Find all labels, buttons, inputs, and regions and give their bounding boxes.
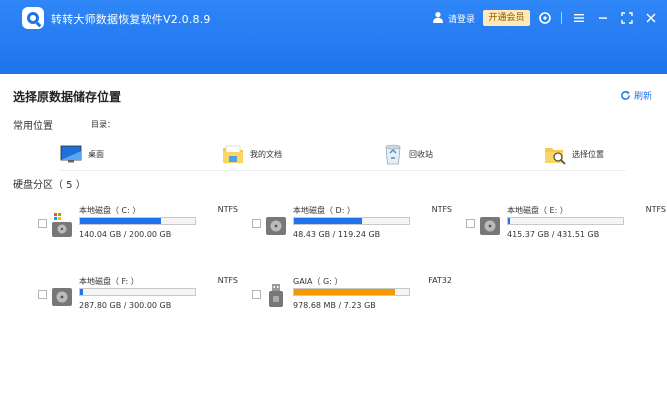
disk-name: 本地磁盘（ C: ）: [79, 206, 141, 215]
disk-size: 140.04 GB / 200.00 GB: [79, 230, 172, 239]
location-label: 桌面: [88, 149, 104, 159]
disk-filesystem: NTFS: [645, 205, 666, 214]
disk-usage-fill: [294, 289, 396, 295]
hard-disk-icon: [480, 217, 500, 235]
title-bar: 转转大师数据恢复软件V2.0.8.9 请登录 开通会员: [0, 0, 667, 74]
recycle-bin-icon: [385, 144, 401, 165]
header-separator: [561, 12, 562, 24]
disk-size: 978.68 MB / 7.23 GB: [293, 301, 376, 310]
disk-checkbox[interactable]: [252, 219, 261, 228]
disk-f[interactable]: 本地磁盘（ F: ） NTFS 287.80 GB / 300.00 GB: [38, 276, 238, 316]
support-icon[interactable]: [538, 11, 552, 25]
refresh-icon: [621, 90, 630, 100]
disk-g[interactable]: GAIA（ G: ） FAT32 978.68 MB / 7.23 GB: [252, 276, 452, 316]
maximize-icon[interactable]: [620, 11, 634, 25]
refresh-label: 刷新: [634, 92, 653, 102]
refresh-button[interactable]: 刷新: [620, 89, 652, 102]
location-label: 回收站: [409, 149, 433, 159]
menu-icon[interactable]: [572, 11, 586, 25]
disk-usage-fill: [80, 218, 161, 224]
hard-disk-icon: [266, 217, 286, 235]
disk-name: 本地磁盘（ F: ）: [79, 277, 139, 286]
disk-checkbox[interactable]: [38, 219, 47, 228]
disk-size: 287.80 GB / 300.00 GB: [79, 301, 172, 310]
disk-usage-fill: [508, 218, 511, 224]
hard-disk-icon: [52, 288, 72, 306]
close-icon[interactable]: [644, 11, 658, 25]
page-title: 选择原数据储存位置: [13, 90, 122, 104]
location-documents[interactable]: 我的文档: [222, 143, 282, 165]
location-label: 选择位置: [572, 149, 604, 159]
system-disk-icon: [52, 213, 72, 237]
documents-folder-icon: [223, 145, 243, 163]
disk-usage-bar: [293, 288, 410, 296]
browse-folder-icon: [545, 148, 566, 165]
login-link[interactable]: 请登录: [448, 12, 475, 25]
disk-filesystem: NTFS: [217, 276, 238, 285]
app-logo-icon: [22, 7, 44, 29]
location-browse[interactable]: 选择位置: [544, 143, 604, 165]
common-locations-label: 常用位置: [13, 121, 53, 132]
vip-button[interactable]: 开通会员: [483, 10, 530, 26]
disk-size: 48.43 GB / 119.24 GB: [293, 230, 381, 239]
location-recycle-bin[interactable]: 回收站: [383, 143, 433, 165]
disk-filesystem: FAT32: [428, 276, 452, 285]
user-icon[interactable]: [432, 11, 444, 23]
disk-filesystem: NTFS: [431, 205, 452, 214]
disk-d[interactable]: 本地磁盘（ D: ） NTFS 48.43 GB / 119.24 GB: [252, 205, 452, 245]
disk-size: 415.37 GB / 431.51 GB: [507, 230, 600, 239]
disk-partitions-label: 硬盘分区（ 5 ）: [13, 180, 86, 191]
disk-c[interactable]: 本地磁盘（ C: ） NTFS 140.04 GB / 200.00 GB: [38, 205, 238, 245]
disk-name: GAIA（ G: ）: [293, 277, 343, 286]
disk-usage-bar: [507, 217, 624, 225]
disk-checkbox[interactable]: [38, 290, 47, 299]
directory-label: 目录：: [91, 120, 115, 129]
location-label: 我的文档: [250, 149, 282, 159]
disk-filesystem: NTFS: [217, 205, 238, 214]
disk-name: 本地磁盘（ E: ）: [507, 206, 568, 215]
section-divider: [60, 170, 626, 171]
usb-drive-icon: [269, 284, 283, 307]
disk-name: 本地磁盘（ D: ）: [293, 206, 355, 215]
disk-usage-bar: [79, 217, 196, 225]
desktop-icon: [60, 145, 82, 163]
location-desktop[interactable]: 桌面: [60, 143, 104, 165]
disk-checkbox[interactable]: [252, 290, 261, 299]
disk-e[interactable]: 本地磁盘（ E: ） NTFS 415.37 GB / 431.51 GB: [466, 205, 666, 245]
minimize-icon[interactable]: [596, 11, 610, 25]
disk-checkbox[interactable]: [466, 219, 475, 228]
disk-usage-fill: [80, 289, 84, 295]
disk-usage-bar: [79, 288, 196, 296]
disk-usage-bar: [293, 217, 410, 225]
disk-usage-fill: [294, 218, 362, 224]
app-title: 转转大师数据恢复软件V2.0.8.9: [51, 13, 211, 26]
